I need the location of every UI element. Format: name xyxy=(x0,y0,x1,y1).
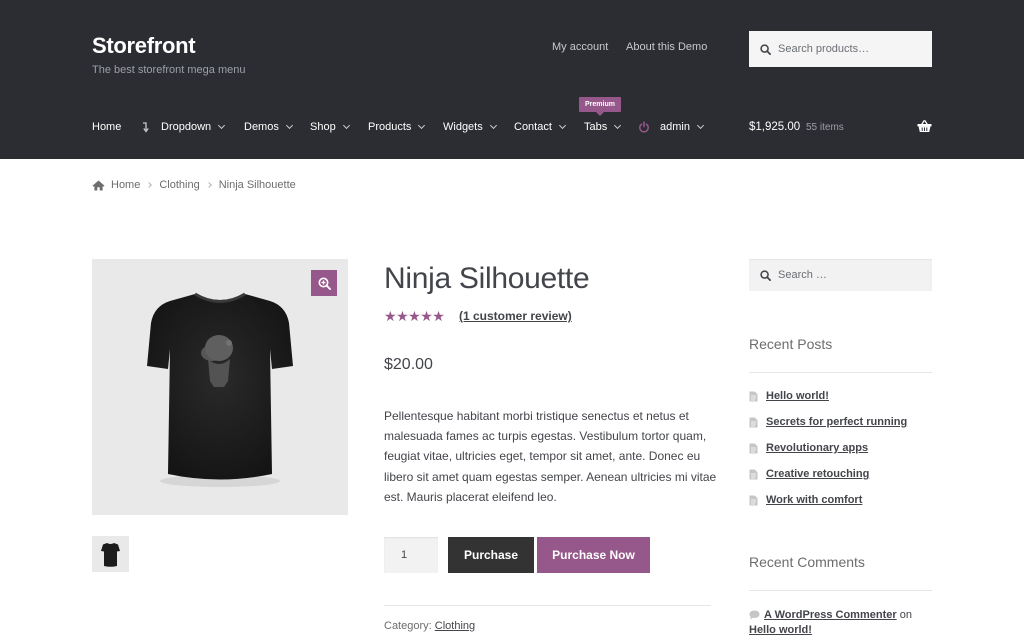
nav-products-label: Products xyxy=(368,121,412,133)
recent-post-link[interactable]: Creative retouching xyxy=(766,468,869,480)
quantity-input[interactable] xyxy=(384,537,438,573)
nav-contact[interactable]: Contact xyxy=(514,121,566,133)
dropdown-arrow-icon xyxy=(143,121,149,133)
breadcrumb-separator-icon xyxy=(146,182,153,188)
document-icon xyxy=(749,495,758,506)
site-header: Storefront The best storefront mega menu… xyxy=(0,0,1024,159)
document-icon xyxy=(749,469,758,480)
tshirt-thumbnail-image xyxy=(101,543,120,567)
chevron-down-icon xyxy=(489,121,497,130)
divider xyxy=(749,372,932,373)
star-rating: ★★★★★ xyxy=(384,308,445,325)
recent-post-item[interactable]: Revolutionary apps xyxy=(749,442,868,454)
breadcrumb-home[interactable]: Home xyxy=(111,179,140,191)
document-icon xyxy=(749,417,758,428)
recent-comments-title: Recent Comments xyxy=(749,554,865,570)
about-demo-link[interactable]: About this Demo xyxy=(626,41,707,53)
nav-home-label: Home xyxy=(92,121,122,133)
cart-count[interactable]: 55 items xyxy=(806,122,844,133)
nav-tabs[interactable]: Tabs xyxy=(584,121,622,133)
power-icon xyxy=(639,121,649,133)
chevron-down-icon xyxy=(285,121,293,130)
chevron-down-icon xyxy=(418,121,426,130)
my-account-link[interactable]: My account xyxy=(552,41,608,53)
chevron-down-icon xyxy=(218,121,226,130)
header-search-input[interactable] xyxy=(778,43,918,55)
site-description: The best storefront mega menu xyxy=(92,64,246,76)
basket-icon[interactable] xyxy=(917,120,932,133)
nav-home[interactable]: Home xyxy=(92,121,121,133)
category-link[interactable]: Clothing xyxy=(435,620,475,632)
recent-comment-item: A WordPress Commenter on Hello world! xyxy=(749,608,932,638)
star-icon: ★ xyxy=(396,308,409,324)
sidebar-search[interactable] xyxy=(749,259,932,291)
document-icon xyxy=(749,391,758,402)
nav-admin[interactable]: admin xyxy=(638,121,705,133)
breadcrumb: Home Clothing Ninja Silhouette xyxy=(92,179,296,191)
recent-posts-title: Recent Posts xyxy=(749,336,833,352)
nav-shop[interactable]: Shop xyxy=(310,121,350,133)
nav-admin-label: admin xyxy=(660,121,690,133)
recent-post-item[interactable]: Creative retouching xyxy=(749,468,869,480)
zoom-button[interactable] xyxy=(311,270,337,296)
nav-products[interactable]: Products xyxy=(368,121,426,133)
star-icon: ★ xyxy=(384,308,397,324)
divider xyxy=(749,590,932,591)
nav-demos[interactable]: Demos xyxy=(244,121,293,133)
product-description: Pellentesque habitant morbi tristique se… xyxy=(384,409,717,504)
tshirt-image xyxy=(147,292,293,487)
home-icon[interactable] xyxy=(92,180,105,191)
document-icon xyxy=(749,443,758,454)
star-icon: ★ xyxy=(420,308,433,324)
product-category: Category: Clothing xyxy=(384,620,475,632)
comment-on-text: on xyxy=(899,609,912,621)
recent-post-link[interactable]: Secrets for perfect running xyxy=(766,416,907,428)
recent-post-link[interactable]: Hello world! xyxy=(766,390,829,402)
chevron-down-icon xyxy=(558,121,566,130)
comment-author-link[interactable]: A WordPress Commenter xyxy=(764,609,897,621)
recent-post-item[interactable]: Work with comfort xyxy=(749,494,862,506)
breadcrumb-category[interactable]: Clothing xyxy=(159,179,199,191)
purchase-button[interactable]: Purchase xyxy=(448,537,534,573)
star-icon: ★ xyxy=(408,308,421,324)
star-icon: ★ xyxy=(432,308,445,324)
premium-badge: Premium xyxy=(579,97,621,116)
product-title: Ninja Silhouette xyxy=(384,262,590,295)
cart-amount[interactable]: $1,925.00 xyxy=(749,121,800,133)
purchase-now-button[interactable]: Purchase Now xyxy=(537,537,650,573)
search-icon xyxy=(760,43,771,55)
product-image[interactable] xyxy=(92,259,348,515)
chevron-down-icon xyxy=(696,121,705,130)
nav-shop-label: Shop xyxy=(310,121,336,133)
nav-dropdown[interactable]: Dropdown xyxy=(142,121,226,133)
recent-post-link[interactable]: Work with comfort xyxy=(766,494,862,506)
recent-post-link[interactable]: Revolutionary apps xyxy=(766,442,868,454)
breadcrumb-separator-icon xyxy=(205,182,212,188)
nav-tabs-label: Tabs xyxy=(584,121,608,133)
customer-review-link[interactable]: (1 customer review) xyxy=(459,309,572,323)
nav-dropdown-label: Dropdown xyxy=(161,121,212,133)
chevron-down-icon xyxy=(614,121,622,130)
search-icon xyxy=(760,269,771,281)
nav-contact-label: Contact xyxy=(514,121,552,133)
comment-icon xyxy=(749,610,760,620)
site-title[interactable]: Storefront xyxy=(92,33,196,59)
product-thumbnail[interactable] xyxy=(92,536,129,572)
product-price: $20.00 xyxy=(384,356,433,373)
zoom-icon xyxy=(318,277,331,290)
nav-demos-label: Demos xyxy=(244,121,279,133)
category-label: Category: xyxy=(384,620,432,632)
divider xyxy=(384,605,711,606)
header-search[interactable] xyxy=(749,31,932,67)
nav-widgets[interactable]: Widgets xyxy=(443,121,497,133)
recent-post-item[interactable]: Hello world! xyxy=(749,390,829,402)
nav-widgets-label: Widgets xyxy=(443,121,483,133)
comment-post-link[interactable]: Hello world! xyxy=(749,624,812,636)
recent-post-item[interactable]: Secrets for perfect running xyxy=(749,416,907,428)
breadcrumb-current: Ninja Silhouette xyxy=(218,179,296,191)
sidebar-search-input[interactable] xyxy=(778,269,918,281)
chevron-down-icon xyxy=(342,121,350,130)
